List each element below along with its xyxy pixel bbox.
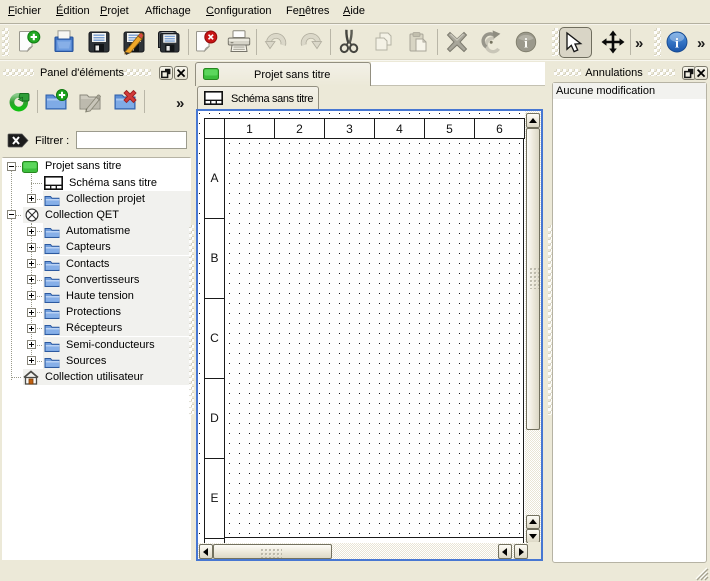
svg-text:i: i [675,37,679,52]
svg-text:i: i [524,37,528,52]
